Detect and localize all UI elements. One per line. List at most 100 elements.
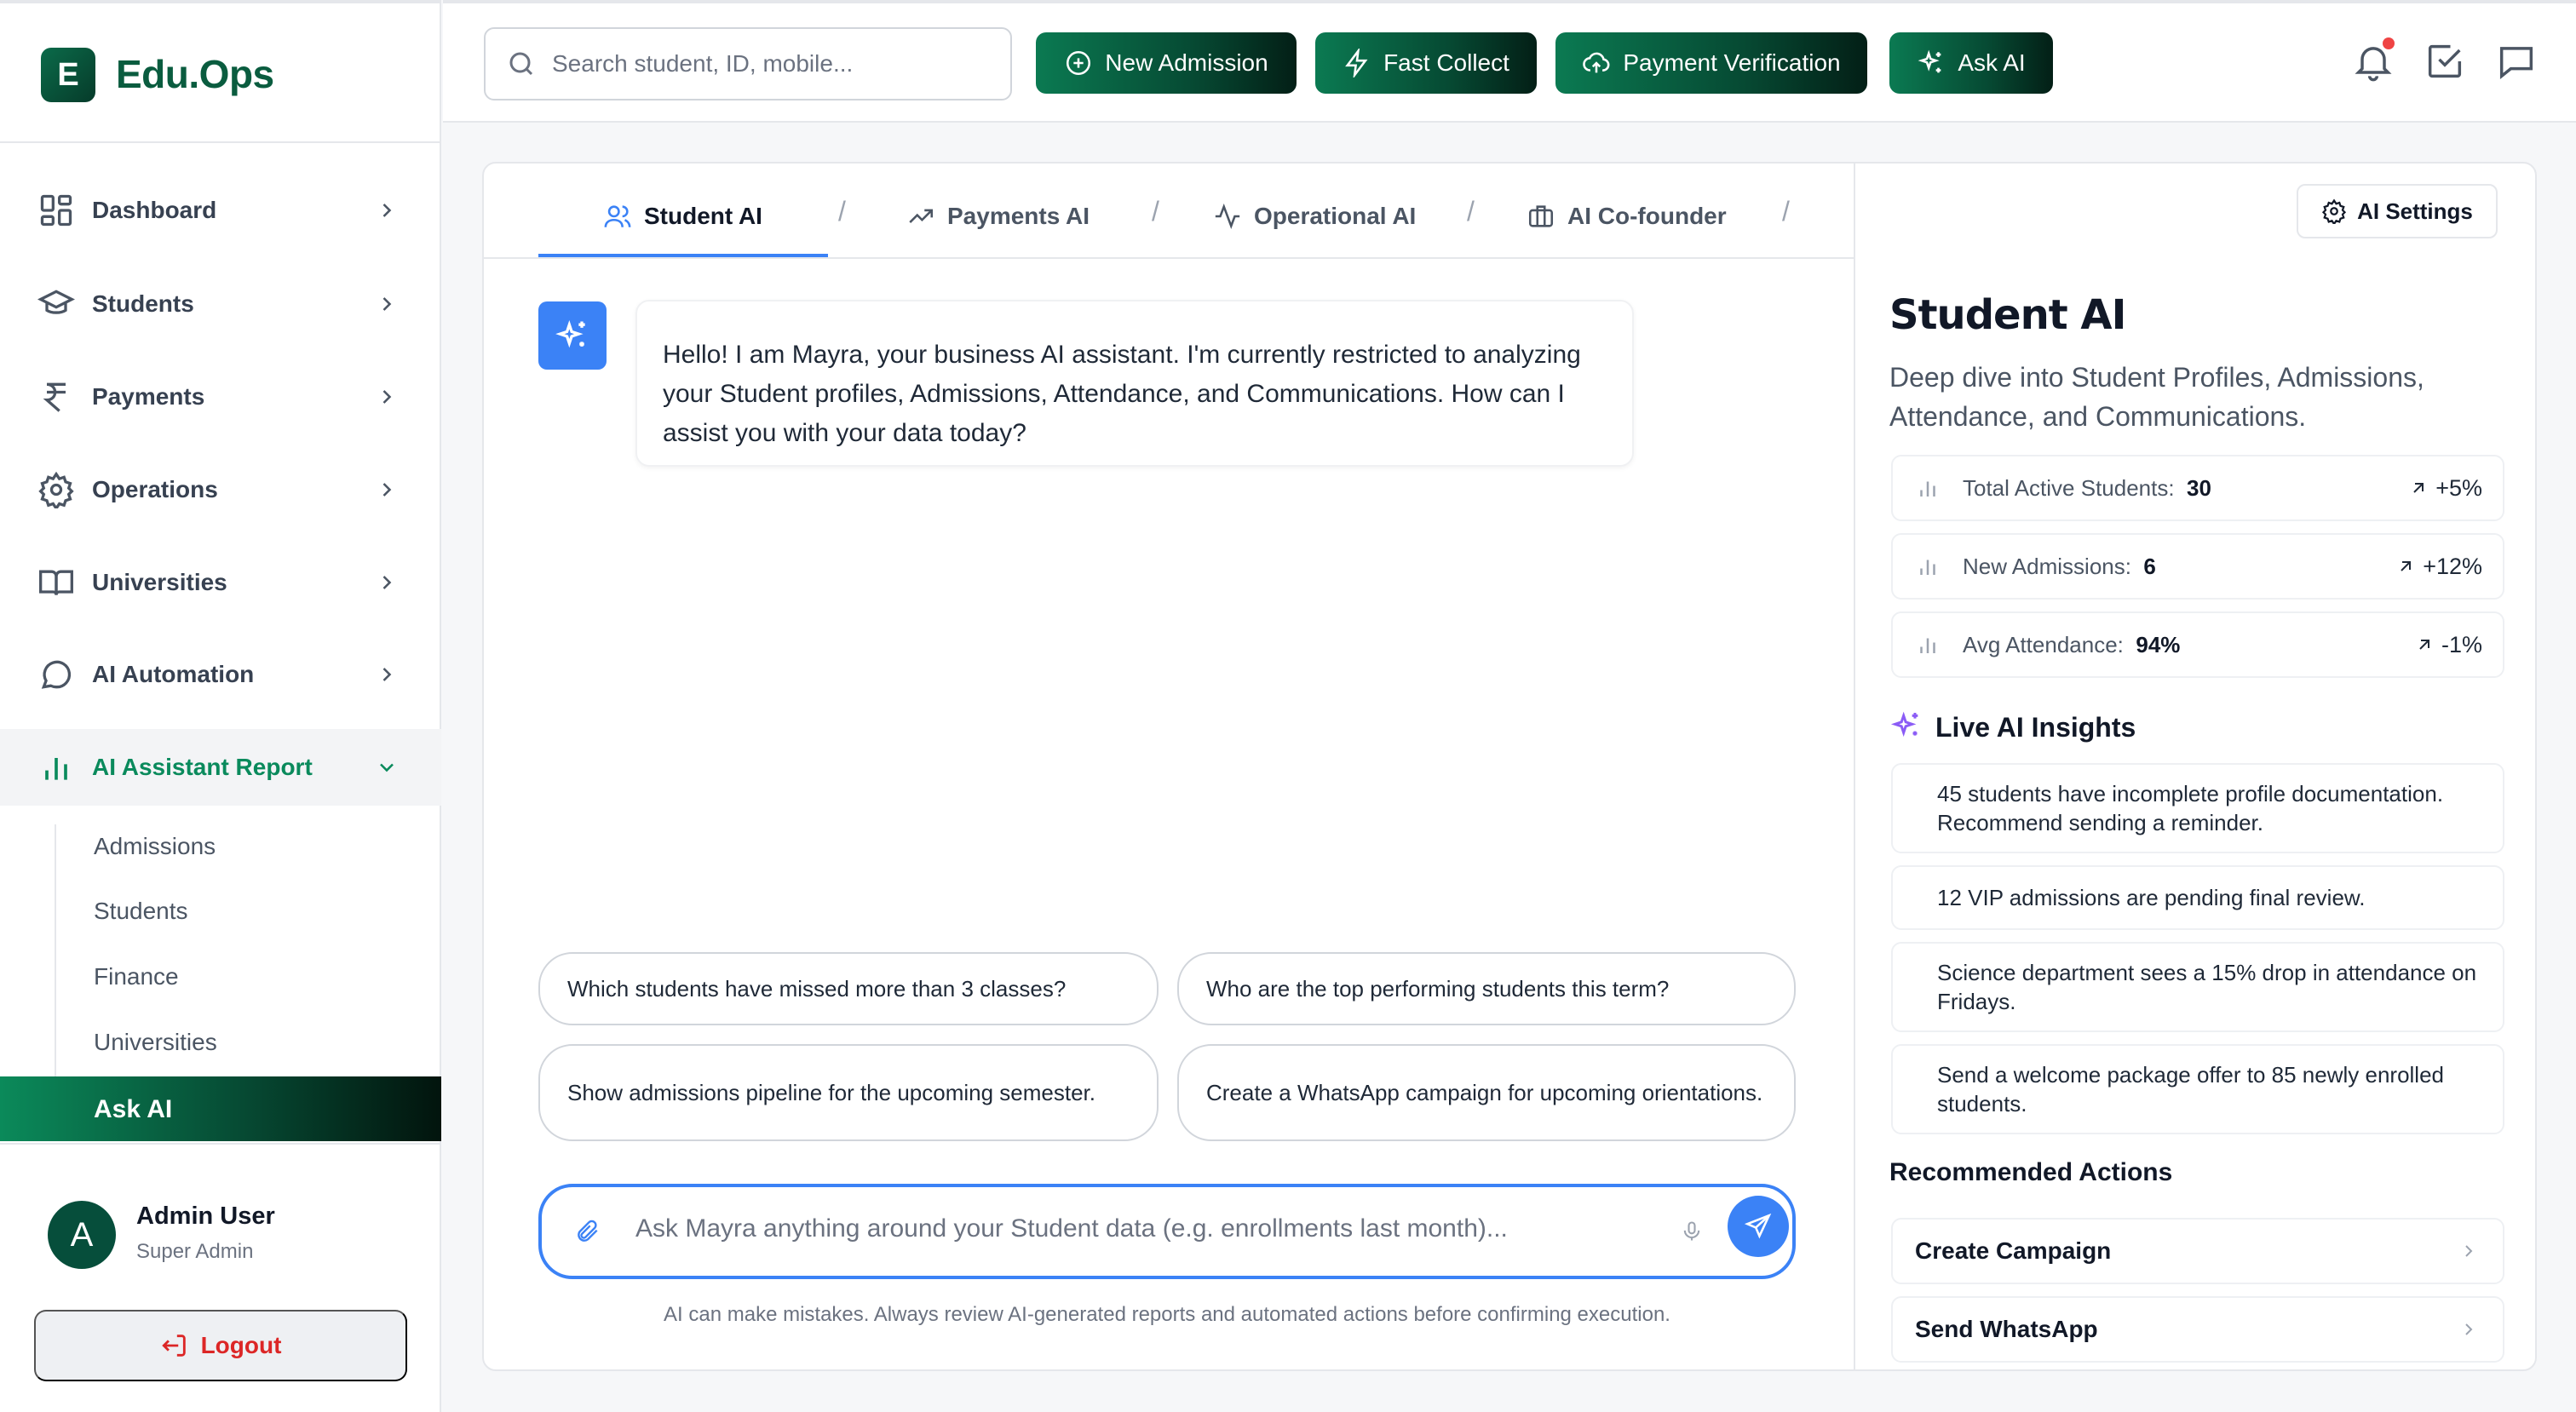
top-bar: New Admission Fast Collect Payment Verif… bbox=[443, 0, 2576, 123]
send-button[interactable] bbox=[1728, 1196, 1789, 1257]
insight-text: 45 students have incomplete profile docu… bbox=[1937, 781, 2444, 835]
suggestion-chip[interactable]: Create a WhatsApp campaign for upcoming … bbox=[1177, 1044, 1796, 1141]
submenu-item-finance[interactable]: Finance bbox=[94, 963, 179, 990]
sidebar-item-label: AI Automation bbox=[92, 661, 255, 687]
submenu-item-students[interactable]: Students bbox=[94, 898, 188, 925]
bar-chart-icon bbox=[1920, 638, 1935, 653]
chevron-right-icon bbox=[382, 390, 392, 404]
sidebar-item-operations[interactable]: Operations bbox=[0, 451, 441, 528]
button-label: Ask AI bbox=[1958, 49, 2026, 76]
ai-assistant-card: Student AI / Payments AI / Operational A… bbox=[482, 162, 2537, 1371]
sidebar-item-ai-automation[interactable]: AI Automation bbox=[0, 636, 441, 713]
send-icon bbox=[1744, 1213, 1772, 1239]
tab-separator: / bbox=[1782, 196, 1790, 227]
chevron-right-icon bbox=[382, 204, 392, 217]
stat-value: 6 bbox=[2143, 553, 2156, 579]
insight-item[interactable]: Send a welcome package offer to 85 newly… bbox=[1891, 1044, 2504, 1134]
suggestion-chip[interactable]: Which students have missed more than 3 c… bbox=[538, 952, 1159, 1025]
message-icon[interactable] bbox=[2494, 39, 2539, 83]
tab-label: Operational AI bbox=[1254, 203, 1417, 229]
sparkles-icon bbox=[1890, 711, 1918, 738]
search-box[interactable] bbox=[484, 27, 1012, 100]
briefcase-icon bbox=[1528, 205, 1554, 227]
chat-input[interactable] bbox=[635, 1214, 1658, 1243]
sidebar-item-label: Operations bbox=[92, 476, 218, 502]
insight-text: Send a welcome package offer to 85 newly… bbox=[1937, 1062, 2445, 1116]
sidebar-divider bbox=[0, 141, 441, 143]
insight-text: Science department sees a 15% drop in at… bbox=[1937, 960, 2477, 1014]
assistant-message-text: Hello! I am Mayra, your business AI assi… bbox=[663, 341, 1581, 447]
tabs-divider bbox=[484, 257, 1854, 259]
search-input[interactable] bbox=[552, 50, 995, 77]
recommended-actions-title: Recommended Actions bbox=[1889, 1158, 2173, 1186]
send-whatsapp-button[interactable]: Send WhatsApp bbox=[1891, 1296, 2504, 1363]
submenu-item-universities[interactable]: Universities bbox=[94, 1029, 217, 1056]
assistant-avatar bbox=[538, 301, 607, 370]
insight-item[interactable]: Science department sees a 15% drop in at… bbox=[1891, 942, 2504, 1032]
tab-label: AI Co-founder bbox=[1567, 203, 1727, 229]
notification-dot bbox=[2383, 37, 2395, 49]
suggestion-text: Show admissions pipeline for the upcomin… bbox=[567, 1080, 1095, 1105]
checkbox-icon[interactable] bbox=[2423, 39, 2467, 83]
chat-bubble-icon bbox=[41, 660, 72, 689]
stat-total-active-students: Total Active Students: 30 +5% bbox=[1891, 455, 2504, 521]
microphone-icon[interactable] bbox=[1680, 1220, 1704, 1243]
stat-label: Avg Attendance: 94% bbox=[1963, 631, 2181, 657]
button-label: Fast Collect bbox=[1383, 49, 1509, 76]
avatar[interactable]: A bbox=[48, 1201, 116, 1269]
action-label: Create Campaign bbox=[1915, 1237, 2112, 1264]
sidebar-item-dashboard[interactable]: Dashboard bbox=[0, 172, 441, 249]
trending-up-icon bbox=[909, 209, 934, 223]
sidebar-item-label: Dashboard bbox=[92, 197, 217, 223]
bar-chart-icon bbox=[1920, 481, 1935, 496]
tab-payments-ai[interactable]: Payments AI bbox=[906, 189, 1090, 244]
brand-name[interactable]: Edu.Ops bbox=[116, 51, 274, 97]
stat-change: +5% bbox=[2408, 475, 2482, 502]
chevron-right-icon bbox=[2465, 1323, 2473, 1335]
submenu-item-ask-ai[interactable]: Ask AI bbox=[0, 1076, 441, 1141]
rupee-icon bbox=[43, 382, 66, 412]
suggestion-text: Create a WhatsApp campaign for upcoming … bbox=[1206, 1080, 1763, 1105]
sidebar-item-students[interactable]: Students bbox=[0, 266, 441, 342]
ai-disclaimer: AI can make mistakes. Always review AI-g… bbox=[664, 1303, 1670, 1326]
paperclip-icon[interactable] bbox=[574, 1218, 601, 1245]
chevron-right-icon bbox=[382, 297, 392, 311]
button-label: Payment Verification bbox=[1623, 49, 1841, 76]
chevron-right-icon bbox=[382, 668, 392, 681]
tab-ai-cofounder[interactable]: AI Co-founder bbox=[1527, 189, 1727, 244]
logout-icon bbox=[161, 1335, 186, 1357]
sidebar-item-payments[interactable]: Payments bbox=[0, 359, 441, 435]
suggestion-text: Which students have missed more than 3 c… bbox=[567, 976, 1067, 1002]
create-campaign-button[interactable]: Create Campaign bbox=[1891, 1218, 2504, 1284]
insight-item[interactable]: 12 VIP admissions are pending final revi… bbox=[1891, 865, 2504, 930]
bar-chart-icon bbox=[45, 758, 67, 780]
logout-button[interactable]: Logout bbox=[34, 1310, 407, 1381]
tab-label: Payments AI bbox=[947, 203, 1090, 229]
chat-input-box[interactable] bbox=[538, 1184, 1796, 1279]
insight-item[interactable]: 45 students have incomplete profile docu… bbox=[1891, 763, 2504, 853]
suggestion-chip[interactable]: Who are the top performing students this… bbox=[1177, 952, 1796, 1025]
submenu-item-admissions[interactable]: Admissions bbox=[94, 833, 216, 860]
ai-settings-button[interactable]: AI Settings bbox=[2297, 184, 2498, 238]
insights-title: Live AI Insights bbox=[1935, 712, 2136, 743]
chevron-right-icon bbox=[382, 483, 392, 496]
suggestion-text: Who are the top performing students this… bbox=[1206, 976, 1670, 1002]
fast-collect-button[interactable]: Fast Collect bbox=[1315, 32, 1537, 94]
suggestion-chip[interactable]: Show admissions pipeline for the upcomin… bbox=[538, 1044, 1159, 1141]
stat-change: +12% bbox=[2395, 554, 2482, 580]
sidebar-item-ai-assistant-report[interactable]: AI Assistant Report bbox=[0, 729, 441, 806]
logo-mark[interactable]: E bbox=[41, 48, 95, 102]
user-name: Admin User bbox=[136, 1202, 275, 1230]
users-icon bbox=[604, 205, 631, 227]
panel-divider bbox=[1854, 164, 1855, 1371]
chevron-right-icon bbox=[382, 576, 392, 589]
ai-settings-label: AI Settings bbox=[2357, 198, 2473, 224]
new-admission-button[interactable]: New Admission bbox=[1036, 32, 1297, 94]
tab-student-ai[interactable]: Student AI bbox=[603, 189, 762, 244]
ask-ai-button[interactable]: Ask AI bbox=[1889, 32, 2053, 94]
stat-value: 94% bbox=[2136, 631, 2181, 657]
stat-label: New Admissions: 6 bbox=[1963, 553, 2156, 579]
sidebar-item-universities[interactable]: Universities bbox=[0, 544, 441, 621]
tab-operational-ai[interactable]: Operational AI bbox=[1213, 189, 1416, 244]
payment-verification-button[interactable]: Payment Verification bbox=[1555, 32, 1867, 94]
